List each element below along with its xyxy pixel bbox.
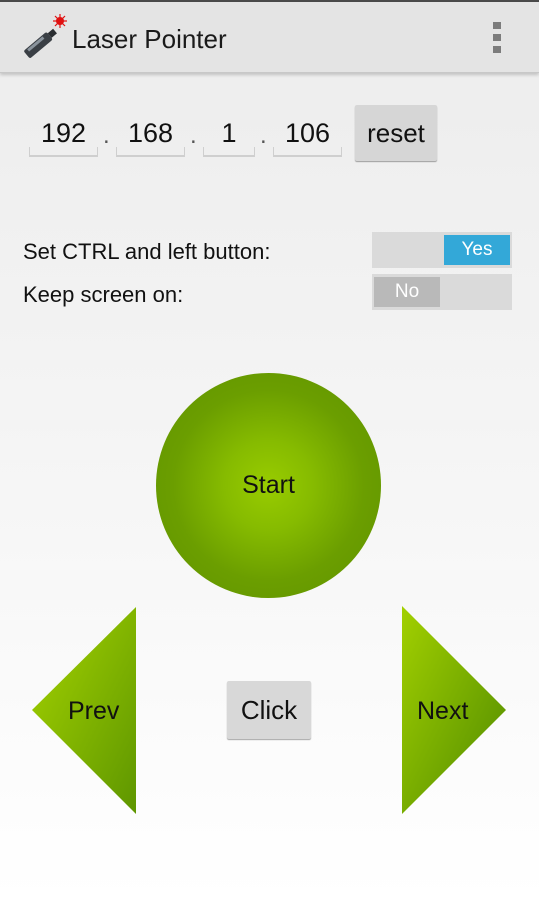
ctrl-left-toggle[interactable]: Yes xyxy=(372,232,512,268)
ip-octet-4-value: 106 xyxy=(284,118,331,148)
ip-separator: . xyxy=(103,122,110,149)
prev-button[interactable]: Prev xyxy=(32,607,136,814)
toggle-state-no: No xyxy=(374,277,440,307)
ip-octet-1-value: 192 xyxy=(40,118,87,148)
ip-separator: . xyxy=(260,122,267,149)
start-label: Start xyxy=(242,471,295,499)
click-button[interactable]: Click xyxy=(227,681,311,739)
next-button[interactable]: Next xyxy=(402,606,506,814)
reset-button[interactable]: reset xyxy=(355,105,437,161)
prev-label: Prev xyxy=(68,697,120,725)
setting-keep-screen-label: Keep screen on: xyxy=(23,282,184,307)
ip-octet-3-input[interactable]: 1 xyxy=(203,113,255,157)
ip-octet-2-input[interactable]: 168 xyxy=(116,113,185,157)
overflow-menu-icon[interactable] xyxy=(488,22,506,56)
start-button[interactable]: Start xyxy=(156,373,381,598)
ip-octet-3-value: 1 xyxy=(221,118,237,148)
ip-separator: . xyxy=(190,122,197,149)
ip-octet-2-value: 168 xyxy=(127,118,174,148)
ip-octet-1-input[interactable]: 192 xyxy=(29,113,98,157)
next-label: Next xyxy=(417,697,469,725)
ip-octet-4-input[interactable]: 106 xyxy=(273,113,342,157)
setting-ctrl-left-label: Set CTRL and left button: xyxy=(23,239,271,264)
keep-screen-toggle[interactable]: No xyxy=(372,274,512,310)
app-title: Laser Pointer xyxy=(72,24,227,54)
action-bar: Laser Pointer xyxy=(0,2,539,73)
laser-pointer-icon xyxy=(24,14,67,58)
toggle-state-yes: Yes xyxy=(444,235,510,265)
